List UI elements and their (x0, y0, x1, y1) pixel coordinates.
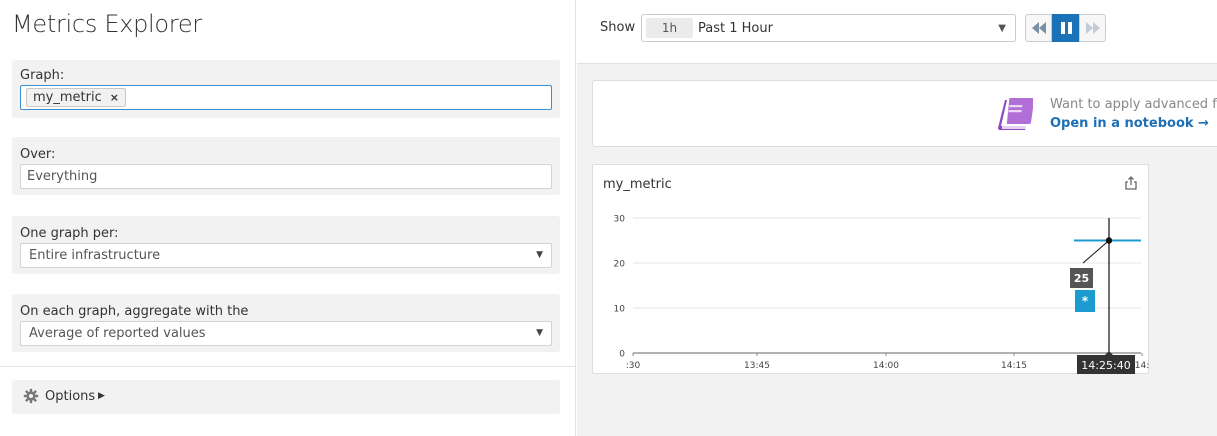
gear-icon (23, 388, 39, 404)
chevron-down-icon: ▼ (998, 23, 1006, 34)
rewind-icon (1032, 22, 1046, 34)
metric-tag-label: my_metric (33, 90, 102, 105)
open-notebook-link[interactable]: Open in a notebook → (1050, 116, 1209, 131)
remove-tag-button[interactable]: × (110, 91, 119, 104)
notebook-icon (998, 98, 1033, 130)
over-section: Over: Everything (12, 137, 560, 195)
notebook-banner: Want to apply advanced fur Open in a not… (592, 80, 1217, 147)
over-value: Everything (27, 169, 98, 184)
hover-series-marker: * (1082, 294, 1089, 308)
line-chart[interactable]: 0 10 20 30 :30 13:45 14:00 14:15 14: 25 * 14:25:40 (593, 165, 1150, 375)
results-panel: Show 1h Past 1 Hour ▼ Want to apply adva… (577, 0, 1217, 436)
caret-right-icon: ▶ (98, 391, 105, 401)
x-tick-label: 13:45 (744, 361, 770, 371)
hover-value-label: 25 (1074, 272, 1089, 285)
y-tick-label: 0 (619, 350, 625, 360)
x-tick-label: 14: (1135, 361, 1149, 371)
graph-section: Graph: my_metric × (12, 60, 560, 118)
divider (0, 366, 576, 367)
pause-icon (1061, 22, 1072, 34)
hover-leader (1082, 240, 1110, 264)
one-graph-per-label: One graph per: (20, 226, 119, 241)
aggregate-value: Average of reported values (29, 326, 206, 341)
show-label: Show (600, 20, 636, 35)
one-graph-per-value: Entire infrastructure (29, 248, 161, 263)
time-toolbar: Show 1h Past 1 Hour ▼ (577, 0, 1217, 64)
one-graph-per-select[interactable]: Entire infrastructure ▼ (20, 243, 552, 268)
banner-text: Want to apply advanced fur (1050, 97, 1217, 112)
fast-forward-icon (1086, 22, 1100, 34)
query-editor-panel: Metrics Explorer Graph: my_metric × Over:… (0, 0, 576, 436)
page-title: Metrics Explorer (12, 10, 202, 38)
select-caret-icon: ▼ (536, 250, 543, 260)
hover-time-label: 14:25:40 (1081, 359, 1130, 372)
time-range-select[interactable]: 1h Past 1 Hour ▼ (641, 14, 1016, 42)
y-tick-label: 20 (614, 260, 626, 270)
graph-widget: my_metric 0 10 20 30:30 13:45 14:00 14:15 14: 25… (592, 164, 1149, 374)
graph-metric-input[interactable]: my_metric × (20, 85, 552, 110)
fast-forward-button[interactable] (1079, 14, 1106, 42)
time-range-short: 1h (646, 18, 693, 38)
options-toggle[interactable]: Options ▶ (12, 380, 560, 414)
x-tick-label: 14:00 (873, 361, 899, 371)
rewind-button[interactable] (1025, 14, 1052, 42)
y-tick-label: 30 (614, 215, 626, 225)
x-tick-label: 14:15 (1001, 361, 1027, 371)
options-label: Options (45, 389, 96, 404)
one-graph-per-section: One graph per: Entire infrastructure ▼ (12, 216, 560, 274)
metric-tag: my_metric × (26, 88, 126, 107)
time-range-label: Past 1 Hour (698, 21, 773, 36)
over-input[interactable]: Everything (20, 164, 552, 189)
graph-label: Graph: (20, 68, 65, 83)
aggregate-select[interactable]: Average of reported values ▼ (20, 321, 552, 346)
aggregate-label: On each graph, aggregate with the (20, 304, 249, 319)
pause-button[interactable] (1052, 14, 1079, 42)
aggregate-section: On each graph, aggregate with the Averag… (12, 294, 560, 352)
y-tick-label: 10 (614, 305, 626, 315)
over-label: Over: (20, 147, 56, 162)
hover-point (1105, 237, 1113, 244)
x-tick-label: :30 (626, 361, 641, 371)
select-caret-icon: ▼ (536, 328, 543, 338)
